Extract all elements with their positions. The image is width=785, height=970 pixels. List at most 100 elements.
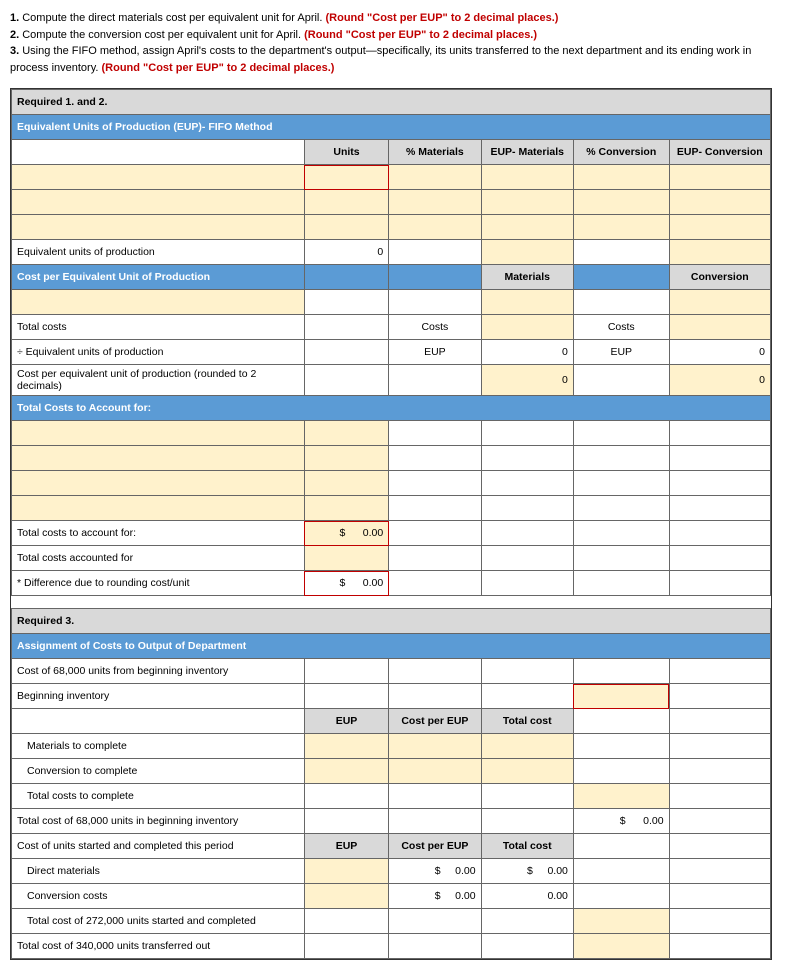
row-total-costs: Total costs: [12, 315, 305, 340]
cpe-conv-in[interactable]: [669, 290, 770, 315]
line3-prefix: 3.: [10, 45, 22, 57]
val-tca: $ 0.00: [304, 521, 388, 546]
row-mat-complete: Materials to complete: [12, 734, 305, 759]
input-pctc-2[interactable]: [573, 190, 669, 215]
assign-header: Assignment of Costs to Output of Departm…: [12, 634, 771, 659]
row-total-340k: Total cost of 340,000 units transferred …: [12, 934, 305, 959]
tca-in-2[interactable]: [12, 446, 305, 471]
col-total-3: Total cost: [481, 709, 573, 734]
worksheet-table: Required 1. and 2. Equivalent Units of P…: [11, 89, 771, 959]
val-diff: $ 0.00: [304, 571, 388, 596]
input-pctm-1[interactable]: [389, 165, 481, 190]
tc-mat[interactable]: [481, 315, 573, 340]
input-pctc-1[interactable]: [573, 165, 669, 190]
row-cpe: Cost per equivalent unit of production (…: [12, 365, 305, 396]
row-cc: Conversion costs: [12, 884, 305, 909]
input-eupc-2[interactable]: [669, 190, 770, 215]
begin-val[interactable]: [573, 684, 669, 709]
eup-fifo-header: Equivalent Units of Production (EUP)- FI…: [12, 115, 771, 140]
cc2-tot: 0.00: [481, 884, 573, 909]
row-68k: Cost of 68,000 units from beginning inve…: [12, 659, 305, 684]
input-pctm-3[interactable]: [389, 215, 481, 240]
cc2-cpe: $ 0.00: [389, 884, 481, 909]
dm-tot: $ 0.00: [481, 859, 573, 884]
cpe-mat: 0: [481, 365, 573, 396]
col-total-4: Total cost: [481, 834, 573, 859]
val-eup-conv[interactable]: [669, 240, 770, 265]
input-row-1a[interactable]: [12, 165, 305, 190]
col-pct-mat: % Materials: [389, 140, 481, 165]
val-eup-mat[interactable]: [481, 240, 573, 265]
col-pct-conv: % Conversion: [573, 140, 669, 165]
col-eup-3: EUP: [304, 709, 388, 734]
col-eup-conv: EUP- Conversion: [669, 140, 770, 165]
tca-in-1[interactable]: [12, 421, 305, 446]
input-units-3[interactable]: [304, 215, 388, 240]
t272-val[interactable]: [573, 909, 669, 934]
tca-in-4[interactable]: [12, 496, 305, 521]
cpe-input-row[interactable]: [12, 290, 305, 315]
lbl-costs-1: Costs: [389, 315, 481, 340]
row-dm: Direct materials: [12, 859, 305, 884]
input-units-1[interactable]: [304, 165, 388, 190]
tca-v-3[interactable]: [304, 471, 388, 496]
input-eupc-1[interactable]: [669, 165, 770, 190]
div-eup-conv: 0: [669, 340, 770, 365]
val-tcaf[interactable]: [304, 546, 388, 571]
cc-tot[interactable]: [481, 759, 573, 784]
col-cpe-4: Cost per EUP: [389, 834, 481, 859]
input-eupm-2[interactable]: [481, 190, 573, 215]
cost-per-eup-header: Cost per Equivalent Unit of Production: [12, 265, 305, 290]
dm-eup[interactable]: [304, 859, 388, 884]
mc-tot[interactable]: [481, 734, 573, 759]
line1-round: (Round "Cost per EUP" to 2 decimal place…: [326, 12, 559, 24]
tca-header: Total Costs to Account for:: [12, 396, 771, 421]
cc2-eup[interactable]: [304, 884, 388, 909]
line2-prefix: 2.: [10, 29, 22, 41]
col-conversion: Conversion: [669, 265, 770, 290]
mc-eup[interactable]: [304, 734, 388, 759]
input-row-2a[interactable]: [12, 190, 305, 215]
tca-in-3[interactable]: [12, 471, 305, 496]
tca-v-2[interactable]: [304, 446, 388, 471]
input-pctc-3[interactable]: [573, 215, 669, 240]
col-cpe-3: Cost per EUP: [389, 709, 481, 734]
row-tca: Total costs to account for:: [12, 521, 305, 546]
row-begin: Beginning inventory: [12, 684, 305, 709]
line1-prefix: 1.: [10, 12, 22, 24]
input-units-2[interactable]: [304, 190, 388, 215]
row-div-eup: ÷ Equivalent units of production: [12, 340, 305, 365]
row-total-complete: Total costs to complete: [12, 784, 305, 809]
t340-val[interactable]: [573, 934, 669, 959]
row-eup-total: Equivalent units of production: [12, 240, 305, 265]
lbl-costs-2: Costs: [573, 315, 669, 340]
input-eupm-3[interactable]: [481, 215, 573, 240]
row-tcaf: Total costs accounted for: [12, 546, 305, 571]
col-eup-mat: EUP- Materials: [481, 140, 573, 165]
input-eupm-1[interactable]: [481, 165, 573, 190]
row-conv-complete: Conversion to complete: [12, 759, 305, 784]
input-eupc-3[interactable]: [669, 215, 770, 240]
cc-eup[interactable]: [304, 759, 388, 784]
dm-cpe: $ 0.00: [389, 859, 481, 884]
input-row-3a[interactable]: [12, 215, 305, 240]
cpe-conv: 0: [669, 365, 770, 396]
tc-conv[interactable]: [669, 315, 770, 340]
row-diff: * Difference due to rounding cost/unit: [12, 571, 305, 596]
line3-round: (Round "Cost per EUP" to 2 decimal place…: [102, 62, 335, 74]
lbl-eup-1: EUP: [389, 340, 481, 365]
cpe-mat-in[interactable]: [481, 290, 573, 315]
mc-cpe[interactable]: [389, 734, 481, 759]
req12-header: Required 1. and 2.: [12, 90, 771, 115]
tca-v-4[interactable]: [304, 496, 388, 521]
input-pctm-2[interactable]: [389, 190, 481, 215]
row-total-272k: Total cost of 272,000 units started and …: [12, 909, 305, 934]
row-started: Cost of units started and completed this…: [12, 834, 305, 859]
val-total-68k: $ 0.00: [573, 809, 669, 834]
ttc-val[interactable]: [573, 784, 669, 809]
req3-header: Required 3.: [12, 609, 771, 634]
cc-cpe[interactable]: [389, 759, 481, 784]
row-total-68k: Total cost of 68,000 units in beginning …: [12, 809, 305, 834]
tca-v-1[interactable]: [304, 421, 388, 446]
line2-text: Compute the conversion cost per equivale…: [22, 29, 304, 41]
